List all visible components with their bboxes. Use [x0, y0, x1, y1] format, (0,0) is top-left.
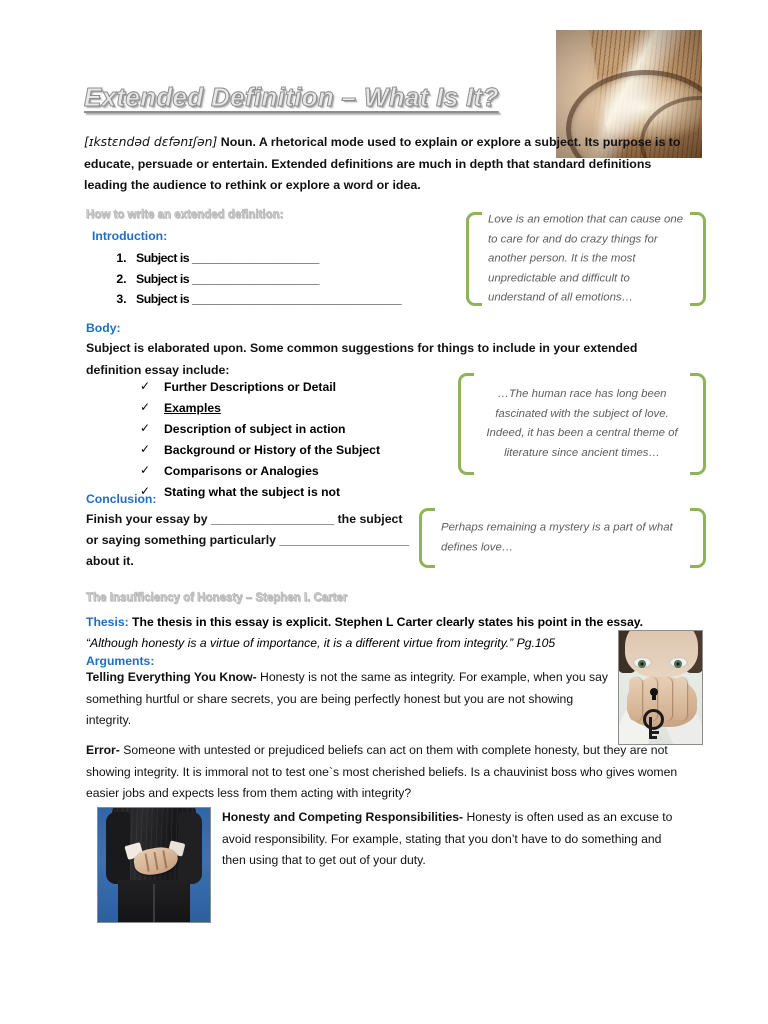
eye-right — [669, 657, 688, 668]
arguments-label: Arguments: — [86, 654, 155, 668]
check-icon: ✓ — [140, 442, 151, 456]
thesis-text: The thesis in this essay is explicit. St… — [128, 615, 643, 629]
key-bit-lower — [652, 736, 657, 739]
essay-heading: The Insufficiency of Honesty – Stephen I… — [86, 592, 348, 604]
bracket-left-icon — [466, 212, 482, 306]
quote-text: …The human race has long been fascinated… — [486, 388, 678, 459]
bracket-right-icon — [690, 212, 706, 306]
argument-honesty-and-competing-responsibilities: Honesty and Competing Responsibilities- … — [222, 807, 678, 872]
love-definition-quote: Love is an emotion that can cause one to… — [466, 212, 706, 306]
argument-text: Someone with untested or prejudiced beli… — [86, 743, 678, 800]
argument-lead: Error- — [86, 743, 120, 757]
check-icon: ✓ — [140, 421, 151, 435]
conclusion-heading: Conclusion: — [86, 492, 157, 506]
introduction-heading: Introduction: — [92, 229, 168, 243]
conclusion-line-3: about it. — [86, 554, 134, 568]
bracket-right-icon — [690, 373, 706, 475]
thesis-line: Thesis: The thesis in this essay is expl… — [86, 612, 686, 633]
argument-telling-everything-you-know: Telling Everything You Know- Honesty is … — [86, 667, 614, 732]
thesis-quote: “Although honesty is a virtue of importa… — [86, 636, 556, 650]
quote-text: Love is an emotion that can cause one to… — [488, 213, 684, 304]
eye-left — [633, 657, 652, 668]
argument-lead: Honesty and Competing Responsibilities- — [222, 810, 464, 824]
man-in-suit-crossed-fingers-photo — [97, 807, 211, 923]
check-icon: ✓ — [140, 463, 151, 477]
thesis-label: Thesis: — [86, 615, 129, 629]
document-page: Extended Definition – What Is It? [ɪkstɛ… — [0, 0, 768, 1024]
iris-left — [638, 659, 646, 668]
how-to-write-heading: How to write an extended definition: — [86, 209, 284, 221]
definition-paragraph: [ɪkstɛndəd dɛfənɪʃən] Noun. A rhetorical… — [84, 131, 684, 197]
body-checklist: ✓ Further Descriptions or Detail ✓ Example… — [132, 377, 462, 503]
argument-lead: Telling Everything You Know- — [86, 670, 257, 684]
check-icon: ✓ — [140, 379, 151, 393]
list-item: ✓ Background or History of the Subject — [132, 440, 462, 461]
human-race-quote: …The human race has long been fascinated… — [458, 373, 706, 475]
body-heading: Body: — [86, 321, 121, 335]
phonetic-transcription: [ɪkstɛndəd dɛfənɪʃən] — [84, 134, 218, 149]
mystery-quote: Perhaps remaining a mystery is a part of… — [419, 508, 706, 568]
list-item: ✓ Description of subject in action — [132, 419, 462, 440]
bracket-left-icon — [419, 508, 435, 568]
argument-error: Error- Someone with untested or prejudic… — [86, 740, 686, 805]
list-item: ✓ Further Descriptions or Detail — [132, 377, 462, 398]
page-title: Extended Definition – What Is It? — [84, 84, 499, 113]
check-icon: ✓ — [140, 400, 151, 414]
key-bit-upper — [652, 731, 659, 734]
iris-right — [674, 659, 682, 668]
list-item: ✓ Examples — [132, 398, 462, 419]
quote-text: Perhaps remaining a mystery is a part of… — [441, 521, 673, 554]
bracket-right-icon — [690, 508, 706, 568]
list-item: ✓ Comparisons or Analogies — [132, 461, 462, 482]
key-bow-icon — [643, 709, 664, 730]
conclusion-line-1: Finish your essay by __________________ … — [86, 512, 403, 526]
trouser-seam — [153, 884, 155, 922]
list-item: ✓ Stating what the subject is not — [132, 482, 462, 503]
bracket-left-icon — [458, 373, 474, 475]
conclusion-line-2: or saying something particularly _______… — [86, 533, 410, 547]
keyhole-drawing-icon — [650, 688, 658, 700]
